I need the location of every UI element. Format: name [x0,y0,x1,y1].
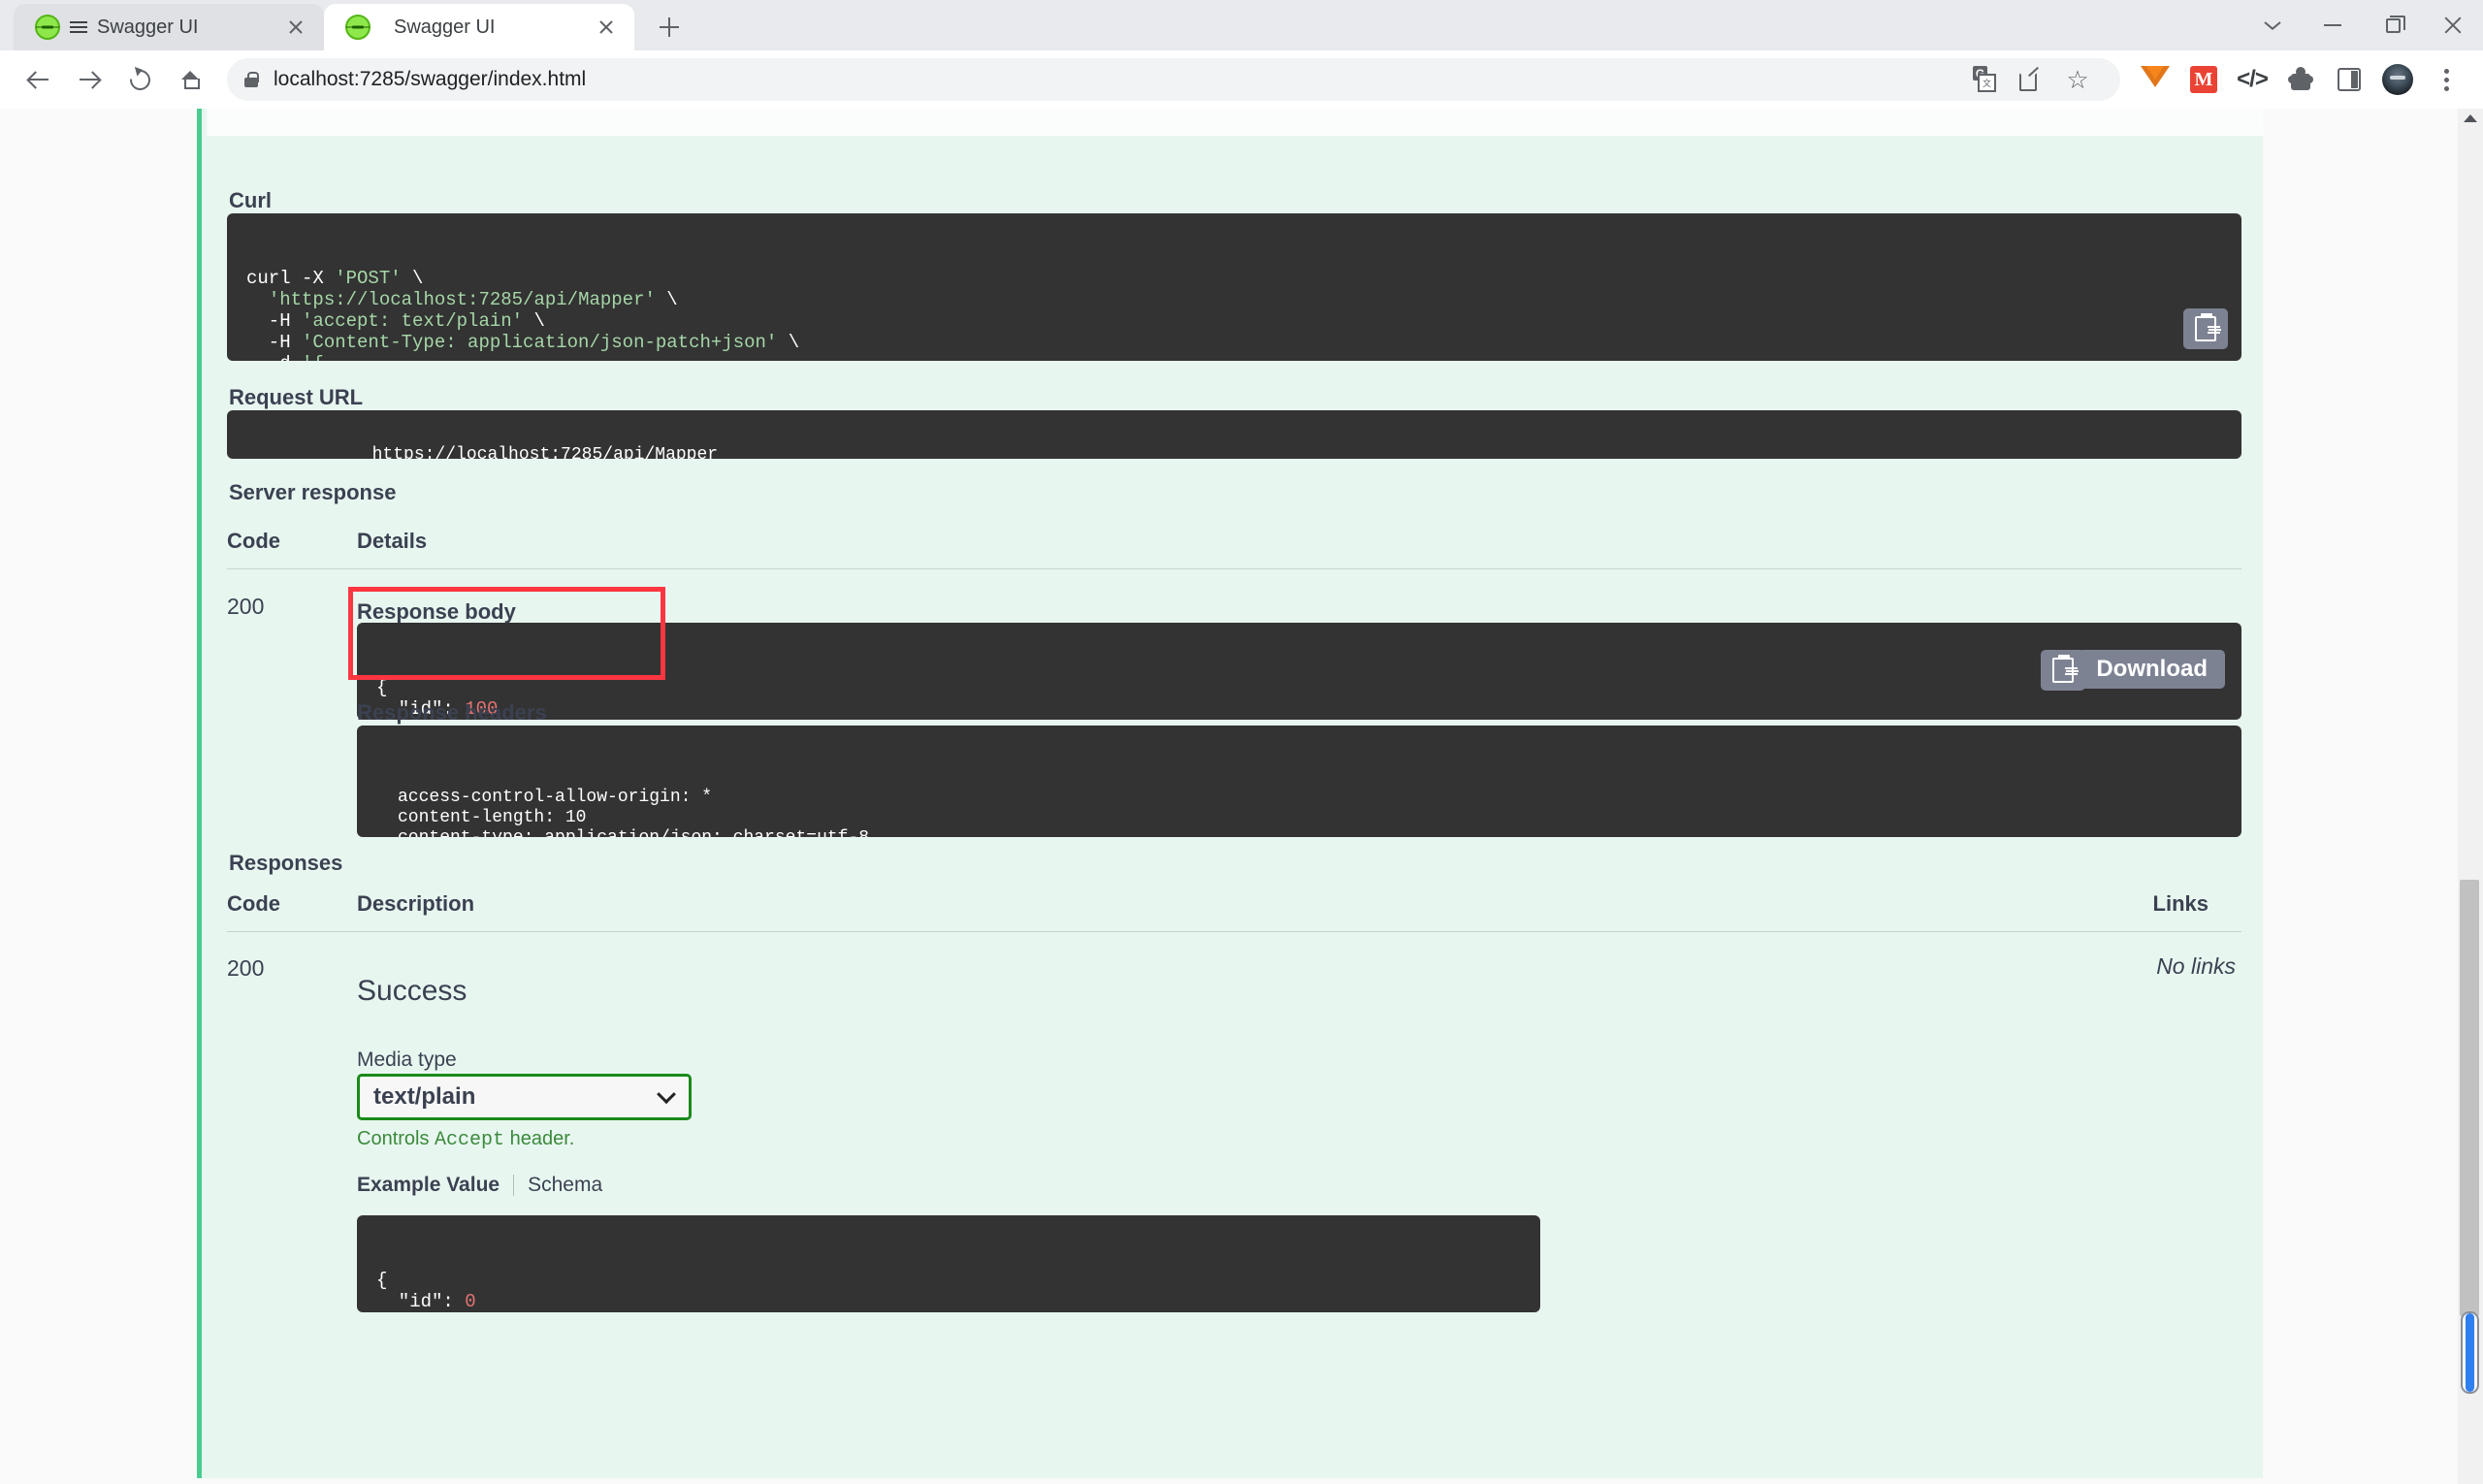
browser-tab-2[interactable]: Swagger UI [324,4,634,50]
translate-icon[interactable] [1963,58,2006,101]
scroll-up-arrow-icon[interactable] [2464,114,2477,122]
responses-divider [227,931,2241,932]
chevron-down-icon[interactable] [2242,0,2303,50]
minimize-icon[interactable] [2303,0,2363,50]
gmail-icon[interactable]: M [2182,58,2225,101]
server-response-code: 200 [227,594,264,620]
omnibox-actions: ☆ [1963,58,2103,101]
responses-row-code: 200 [227,955,264,982]
extensions-puzzle-icon[interactable] [2279,58,2322,101]
back-button[interactable] [16,56,62,103]
responses-row-links: No links [2156,953,2236,980]
responses-label: Responses [229,851,342,876]
browser-tab-1[interactable]: Swagger UI [14,4,324,50]
lock-icon [244,72,258,87]
home-button[interactable] [167,56,213,103]
response-headers-text: access-control-allow-origin: *content-le… [398,788,2222,837]
forward-button[interactable] [66,56,113,103]
new-tab-button[interactable] [646,4,693,50]
close-icon[interactable] [2423,0,2483,50]
media-type-select[interactable]: text/plain [357,1074,692,1120]
server-response-label: Server response [229,480,396,505]
swagger-favicon [345,15,371,40]
share-icon[interactable] [2010,58,2052,101]
server-response-divider [227,568,2241,569]
copy-to-clipboard-icon[interactable] [2183,308,2228,349]
tab-title: Swagger UI [97,16,272,39]
tab-strip: Swagger UI Swagger UI [0,0,2483,50]
example-value-code-block: { "id": 0} [357,1215,1540,1312]
browser-menu-icon[interactable] [2425,58,2467,101]
controls-accept-mono: Accept [435,1129,504,1151]
download-button[interactable]: Download [2079,650,2225,689]
browser-window: Swagger UI Swagger UI localhost:7285/swa… [0,0,2483,1484]
response-body-label: Response body [357,599,516,625]
tab-schema[interactable]: Schema [528,1174,602,1197]
responses-description-header: Description [357,891,474,917]
swagger-operation-panel: Curl curl -X 'POST' \ 'https://localhost… [197,109,2263,1478]
panel-top-strip [207,109,2263,136]
controls-accept-note: Controls Accept header. [357,1128,574,1151]
curl-code-text: curl -X 'POST' \ 'https://localhost:7285… [246,268,2222,361]
tab-example-value[interactable]: Example Value [357,1174,500,1197]
curl-code-block: curl -X 'POST' \ 'https://localhost:7285… [227,213,2241,361]
server-response-details-header: Details [357,529,427,554]
controls-suffix: header. [504,1128,574,1149]
media-type-label: Media type [357,1048,457,1072]
page-viewport: Curl curl -X 'POST' \ 'https://localhost… [0,109,2483,1484]
swagger-operation-body: Curl curl -X 'POST' \ 'https://localhost… [197,109,2263,1478]
browser-toolbar: localhost:7285/swagger/index.html ☆ M </… [0,50,2483,109]
window-controls [2242,0,2483,50]
response-body-code-block: { "id": 100} Download [357,623,2241,720]
request-url-label: Request URL [229,385,363,410]
reload-button[interactable] [116,56,163,103]
curl-label: Curl [229,188,272,213]
menu-glyph-icon [70,20,87,34]
tab-title: Swagger UI [380,16,582,39]
code-icon[interactable]: </> [2231,58,2273,101]
page-scrollbar[interactable] [2458,109,2483,1484]
server-response-code-header: Code [227,529,280,554]
scrollbar-marker-fill [2466,1313,2474,1392]
close-icon[interactable] [592,13,621,42]
bookmark-star-icon[interactable]: ☆ [2056,58,2099,101]
response-headers-block: access-control-allow-origin: *content-le… [357,726,2241,837]
scrollbar-position-marker[interactable] [2461,1311,2479,1394]
responses-links-header: Links [2153,891,2209,917]
example-schema-tabs: Example Value Schema [357,1174,602,1197]
response-body-text: { "id": 100} [376,677,2222,720]
responses-code-header: Code [227,891,280,917]
media-type-value: text/plain [373,1083,475,1111]
close-icon[interactable] [281,13,310,42]
request-url-block: https://localhost:7285/api/Mapper [227,410,2241,459]
controls-prefix: Controls [357,1128,435,1149]
responses-row-description: Success [357,975,467,1008]
swagger-favicon [35,15,60,40]
extension-icons: M </> [2134,58,2467,101]
metamask-icon[interactable] [2134,58,2177,101]
example-value-text: { "id": 0} [376,1270,1521,1312]
restore-icon[interactable] [2363,0,2423,50]
address-text: localhost:7285/swagger/index.html [274,68,586,91]
side-panel-icon[interactable] [2328,58,2370,101]
tab-separator [513,1175,514,1196]
chevron-down-icon [657,1084,676,1104]
swagger-content: Curl curl -X 'POST' \ 'https://localhost… [202,136,2263,1478]
scrollbar-thumb[interactable] [2460,880,2479,1316]
profile-avatar[interactable] [2376,58,2419,101]
request-url-value: https://localhost:7285/api/Mapper [372,445,718,459]
response-headers-label: Response headers [357,700,547,726]
address-bar[interactable]: localhost:7285/swagger/index.html ☆ [227,58,2120,101]
